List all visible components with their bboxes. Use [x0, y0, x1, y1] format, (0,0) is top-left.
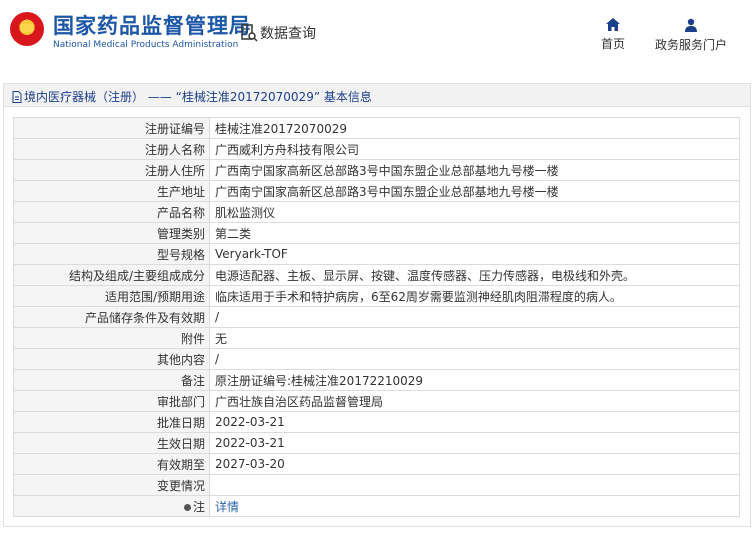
field-label: 有效期至	[13, 453, 210, 475]
field-label-text: 其他内容	[156, 352, 205, 367]
table-row: 适用范围/预期用途 临床适用于手术和特护病房，6至62周岁需要监测神经肌肉阻滞程度…	[13, 285, 740, 307]
field-label-text: 管理类别	[156, 226, 205, 241]
field-label: 注册人名称	[13, 138, 210, 160]
field-value: 2022-03-21	[209, 411, 740, 433]
field-label: 结构及组成/主要组成成分	[13, 264, 210, 286]
field-value: 第二类	[209, 222, 740, 244]
details-link[interactable]: 详情	[209, 495, 740, 517]
home-icon	[606, 18, 620, 31]
nav-home[interactable]: 首页	[601, 18, 625, 52]
field-label: 注册证编号	[13, 117, 210, 139]
field-label-text: 附件	[180, 331, 205, 346]
field-label: 生效日期	[13, 432, 210, 454]
table-row: 产品储存条件及有效期 /	[13, 306, 740, 328]
field-label: 附件	[13, 327, 210, 349]
field-label-text: 型号规格	[156, 247, 205, 262]
field-label-text: 注册人住所	[144, 163, 205, 178]
table-row: 结构及组成/主要组成成分 电源适配器、主板、显示屏、按键、温度传感器、压力传感器，…	[13, 264, 740, 286]
data-query-link[interactable]: 数据查询	[240, 23, 316, 43]
breadcrumb: 境内医疗器械（注册） —— “桂械注准20172070029” 基本信息	[12, 88, 372, 105]
field-label-text: 生效日期	[156, 436, 205, 451]
nav-home-label: 首页	[601, 37, 626, 51]
breadcrumb-bar: 境内医疗器械（注册） —— “桂械注准20172070029” 基本信息	[3, 83, 751, 107]
field-value: 原注册证编号:桂械注准20172210029	[209, 369, 740, 391]
field-label: 其他内容	[13, 348, 210, 370]
field-label-text: 产品名称	[156, 205, 205, 220]
field-label: 审批部门	[13, 390, 210, 412]
table-row: 注册人住所 广西南宁国家高新区总部路3号中国东盟企业总部基地九号楼一楼	[13, 159, 740, 181]
field-value: 无	[209, 327, 740, 349]
field-label-text: 产品储存条件及有效期	[84, 310, 205, 325]
table-row: 其他内容 /	[13, 348, 740, 370]
field-value: /	[209, 306, 740, 328]
table-row: 附件无	[13, 327, 740, 349]
field-label: 注	[13, 495, 210, 517]
document-icon	[12, 91, 22, 103]
document-search-icon	[241, 24, 258, 42]
site-header: 国家药品监督管理局 National Medical Products Admi…	[0, 0, 753, 70]
field-value: 2022-03-21	[209, 432, 740, 454]
field-label: 管理类别	[13, 222, 210, 244]
table-row: 产品名称 肌松监测仪	[13, 201, 740, 223]
field-label-text: 适用范围/预期用途	[104, 289, 205, 304]
field-label-text: 注册人名称	[144, 142, 205, 157]
field-label-text: 批准日期	[156, 415, 205, 430]
field-label: 适用范围/预期用途	[13, 285, 210, 307]
field-label: 生产地址	[13, 180, 210, 202]
field-label: 注册人住所	[13, 159, 210, 181]
field-label-text: 生产地址	[156, 184, 205, 199]
table-row: 注册证编号 桂械注准20172070029	[13, 117, 740, 139]
field-label: 产品储存条件及有效期	[13, 306, 210, 328]
field-label-text: 注	[192, 499, 205, 514]
field-value: 临床适用于手术和特护病房，6至62周岁需要监测神经肌肉阻滞程度的病人。	[209, 285, 740, 307]
table-row: 有效期至 2027-03-20	[13, 453, 740, 475]
detail-panel: 注册证编号 桂械注准20172070029 注册人名称 广西威利方舟科技有限公司 注册人…	[3, 107, 751, 527]
field-label-text: 有效期至	[156, 457, 205, 472]
table-row: 管理类别 第二类	[13, 222, 740, 244]
field-value: 2027-03-20	[209, 453, 740, 475]
field-value: Veryark-TOF	[209, 243, 740, 265]
field-value: 肌松监测仪	[209, 201, 740, 223]
lightbulb-icon	[183, 503, 191, 511]
field-label-text: 注册证编号	[144, 121, 205, 136]
field-value: 广西南宁国家高新区总部路3号中国东盟企业总部基地九号楼一楼	[209, 159, 740, 181]
field-value: /	[209, 348, 740, 370]
table-row: 注详情	[13, 495, 740, 517]
table-row: 变更情况	[13, 474, 740, 496]
nav-service-portal[interactable]: 政务服务门户	[655, 18, 727, 53]
field-value: 广西威利方舟科技有限公司	[209, 138, 740, 160]
field-value	[209, 474, 740, 496]
nav-service-portal-label: 政务服务门户	[655, 38, 728, 52]
detail-table: 注册证编号 桂械注准20172070029 注册人名称 广西威利方舟科技有限公司 注册人…	[13, 117, 740, 517]
field-label-text: 变更情况	[156, 478, 205, 493]
field-value: 广西壮族自治区药品监督管理局	[209, 390, 740, 412]
field-label: 备注	[13, 369, 210, 391]
table-row: 备注 原注册证编号:桂械注准20172210029	[13, 369, 740, 391]
site-name-english: National Medical Products Administration	[53, 40, 239, 50]
field-label-text: 结构及组成/主要组成成分	[68, 268, 205, 283]
field-value: 广西南宁国家高新区总部路3号中国东盟企业总部基地九号楼一楼	[209, 180, 740, 202]
national-emblem-logo	[10, 12, 44, 46]
field-value: 电源适配器、主板、显示屏、按键、温度传感器、压力传感器，电极线和外壳。	[209, 264, 740, 286]
field-label: 变更情况	[13, 474, 210, 496]
breadcrumb-text: 境内医疗器械（注册） —— “桂械注准20172070029” 基本信息	[24, 90, 372, 104]
table-row: 批准日期 2022-03-21	[13, 411, 740, 433]
user-icon	[685, 18, 697, 32]
table-row: 注册人名称 广西威利方舟科技有限公司	[13, 138, 740, 160]
table-row: 生产地址 广西南宁国家高新区总部路3号中国东盟企业总部基地九号楼一楼	[13, 180, 740, 202]
table-row: 生效日期 2022-03-21	[13, 432, 740, 454]
field-label: 型号规格	[13, 243, 210, 265]
field-label-text: 审批部门	[156, 394, 205, 409]
field-value: 桂械注准20172070029	[209, 117, 740, 139]
site-name: 国家药品监督管理局	[53, 14, 251, 38]
data-query-label: 数据查询	[260, 26, 316, 42]
table-row: 型号规格 Veryark-TOF	[13, 243, 740, 265]
field-label: 产品名称	[13, 201, 210, 223]
field-label: 批准日期	[13, 411, 210, 433]
field-label-text: 备注	[180, 373, 205, 388]
table-row: 审批部门 广西壮族自治区药品监督管理局	[13, 390, 740, 412]
